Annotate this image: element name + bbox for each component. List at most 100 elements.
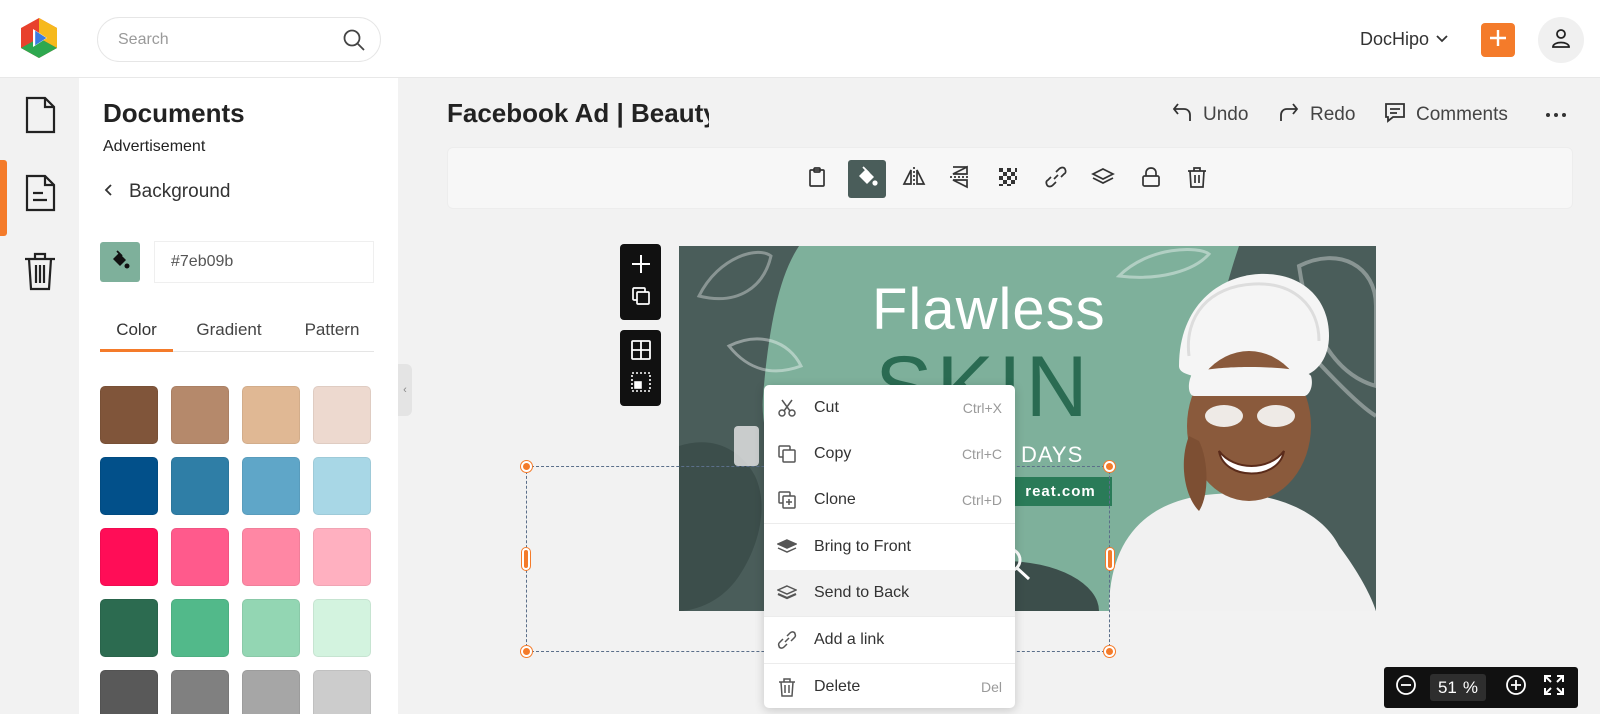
color-swatch[interactable] <box>100 670 158 714</box>
trash-icon <box>776 676 798 698</box>
fill-type-tabs: Color Gradient Pattern <box>100 316 374 352</box>
select-area-button[interactable] <box>620 368 661 400</box>
background-panel: Documents Advertisement Background Color… <box>79 78 398 714</box>
resize-handle-top-left[interactable] <box>521 461 532 472</box>
layers-button[interactable] <box>1084 160 1122 198</box>
chevron-left-icon <box>103 181 115 203</box>
undo-label: Undo <box>1203 104 1249 125</box>
more-horizontal-icon <box>1545 105 1567 123</box>
delete-button[interactable] <box>1178 160 1216 198</box>
color-swatch[interactable] <box>100 599 158 657</box>
workspace-menu[interactable]: DocHipo <box>1360 26 1449 52</box>
back-label: Background <box>129 181 231 202</box>
grid-tools <box>620 330 661 406</box>
add-page-button[interactable] <box>620 250 661 282</box>
fullscreen-button[interactable] <box>1542 674 1566 701</box>
tab-color[interactable]: Color <box>100 316 173 352</box>
undo-button[interactable]: Undo <box>1171 100 1248 130</box>
paste-button[interactable] <box>798 160 836 198</box>
color-swatch[interactable] <box>171 599 229 657</box>
context-menu-delete[interactable]: Delete Del <box>764 664 1015 710</box>
color-swatch[interactable] <box>171 457 229 515</box>
dochipo-logo-icon[interactable] <box>18 16 60 60</box>
ad-headline[interactable]: Flawless <box>872 276 1105 343</box>
rail-item-document-list[interactable] <box>0 158 79 236</box>
resize-handle-bottom-left[interactable] <box>521 646 532 657</box>
collapse-panel-button[interactable]: ‹ <box>398 364 412 416</box>
grid-icon <box>630 339 651 365</box>
add-document-button[interactable] <box>1481 23 1515 57</box>
flip-horizontal-icon <box>902 165 926 194</box>
color-swatch[interactable] <box>171 386 229 444</box>
color-swatch[interactable] <box>100 528 158 586</box>
back-to-background-button[interactable]: Background <box>103 178 230 206</box>
rail-item-trash[interactable] <box>0 236 79 310</box>
workspace-menu-label: DocHipo <box>1360 28 1430 49</box>
color-swatch[interactable] <box>242 528 300 586</box>
zoom-out-button[interactable] <box>1394 674 1418 699</box>
copy-icon <box>776 443 798 465</box>
context-menu-bring-to-front[interactable]: Bring to Front <box>764 524 1015 570</box>
redo-button[interactable]: Redo <box>1278 100 1355 130</box>
zoom-level[interactable]: 51 % <box>1430 674 1486 701</box>
comments-button[interactable]: Comments <box>1384 100 1508 130</box>
color-swatch[interactable] <box>171 528 229 586</box>
fullscreen-icon <box>1543 674 1565 701</box>
color-swatch[interactable] <box>313 599 371 657</box>
color-swatch[interactable] <box>313 528 371 586</box>
current-color-swatch[interactable] <box>100 242 140 282</box>
context-menu-cut[interactable]: Cut Ctrl+X <box>764 385 1015 431</box>
color-swatch[interactable] <box>242 386 300 444</box>
undo-icon <box>1171 101 1193 129</box>
color-swatch[interactable] <box>313 670 371 714</box>
color-swatch[interactable] <box>242 599 300 657</box>
tab-pattern[interactable]: Pattern <box>290 316 374 352</box>
transparency-button[interactable] <box>989 160 1027 198</box>
context-menu-send-to-back[interactable]: Send to Back <box>764 570 1015 616</box>
paint-bucket-icon <box>855 165 879 194</box>
link-button[interactable] <box>1037 160 1075 198</box>
hex-color-input[interactable] <box>154 241 374 283</box>
select-area-icon <box>630 371 651 397</box>
user-account-button[interactable] <box>1538 17 1584 63</box>
plus-icon <box>1488 28 1508 53</box>
color-swatch[interactable] <box>313 386 371 444</box>
resize-handle-top-right[interactable] <box>1104 461 1115 472</box>
user-icon <box>1550 27 1572 54</box>
comment-icon <box>1384 101 1406 129</box>
color-swatch[interactable] <box>100 457 158 515</box>
paint-bucket-icon <box>109 249 131 276</box>
context-menu-clone[interactable]: Clone Ctrl+D <box>764 477 1015 523</box>
resize-handle-right[interactable] <box>1106 548 1114 570</box>
add-page-tools <box>620 244 661 320</box>
grid-layout-button[interactable] <box>620 336 661 368</box>
flip-vertical-icon <box>948 165 972 194</box>
color-swatch[interactable] <box>171 670 229 714</box>
search-icon[interactable] <box>342 28 366 52</box>
send-back-icon <box>776 582 798 604</box>
search-box <box>97 17 381 62</box>
rail-item-documents[interactable] <box>0 80 79 154</box>
resize-handle-bottom-right[interactable] <box>1104 646 1115 657</box>
context-menu-copy[interactable]: Copy Ctrl+C <box>764 431 1015 477</box>
flip-horizontal-button[interactable] <box>895 160 933 198</box>
flip-vertical-button[interactable] <box>941 160 979 198</box>
left-rail <box>0 78 79 714</box>
fill-color-button[interactable] <box>848 160 886 198</box>
resize-handle-left[interactable] <box>522 548 530 570</box>
zoom-in-button[interactable] <box>1504 674 1528 699</box>
search-input[interactable] <box>118 18 338 61</box>
duplicate-page-button[interactable] <box>620 282 661 314</box>
ad-days-text[interactable]: DAYS <box>1021 442 1083 468</box>
color-swatch[interactable] <box>242 457 300 515</box>
context-menu-add-link[interactable]: Add a link <box>764 617 1015 663</box>
color-swatch[interactable] <box>100 386 158 444</box>
color-swatch[interactable] <box>313 457 371 515</box>
tab-gradient[interactable]: Gradient <box>184 316 274 352</box>
more-options-button[interactable] <box>1543 101 1569 127</box>
color-swatch[interactable] <box>242 670 300 714</box>
panel-subtitle: Advertisement <box>103 138 206 155</box>
document-title[interactable]: Facebook Ad | Beauty Promotion <box>447 98 709 132</box>
redo-icon <box>1278 101 1300 129</box>
lock-button[interactable] <box>1132 160 1170 198</box>
